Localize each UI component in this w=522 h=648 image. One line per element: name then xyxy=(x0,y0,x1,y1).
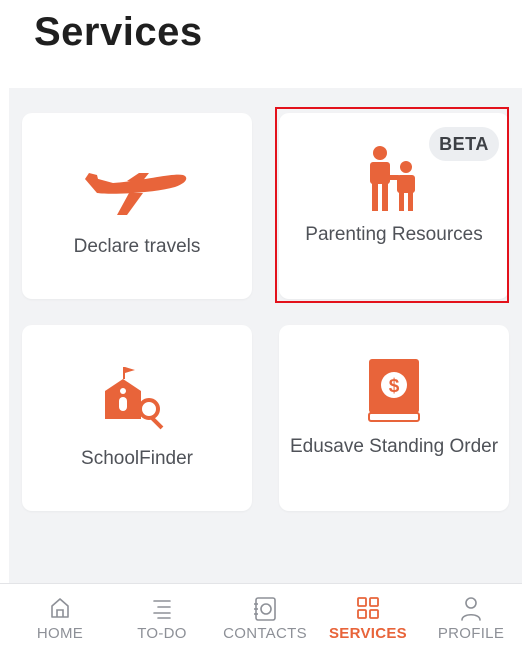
service-card-label: Parenting Resources xyxy=(305,224,483,245)
school-search-icon xyxy=(105,367,164,430)
grid-icon xyxy=(357,597,379,619)
edusave-book-icon: $ xyxy=(368,359,420,422)
beta-badge: BETA xyxy=(429,127,499,161)
airplane-icon xyxy=(85,173,187,215)
service-card-label: SchoolFinder xyxy=(81,448,193,469)
nav-item-to-do[interactable]: TO-DO xyxy=(112,584,212,648)
nav-label: TO-DO xyxy=(137,625,187,642)
bottom-navigation: HOME TO-DO CONTACTS SERVICES PROFILE xyxy=(0,583,522,648)
nav-item-home[interactable]: HOME xyxy=(10,584,110,648)
profile-icon xyxy=(461,597,481,621)
page-title: Services xyxy=(34,10,203,54)
nav-item-contacts[interactable]: CONTACTS xyxy=(215,584,315,648)
services-screen: Services Declare travels BETA Parenting … xyxy=(0,0,522,648)
home-icon xyxy=(51,598,69,618)
nav-label: PROFILE xyxy=(437,625,505,642)
service-card-label: Edusave Standing Order xyxy=(289,436,499,457)
service-card-schoolfinder[interactable]: SchoolFinder xyxy=(22,325,252,511)
nav-item-services[interactable]: SERVICES xyxy=(318,584,418,648)
service-card-parenting-resources[interactable]: BETA Parenting Resources xyxy=(279,113,509,299)
nav-label: HOME xyxy=(36,625,84,642)
svg-text:$: $ xyxy=(389,376,400,397)
contacts-icon xyxy=(254,597,276,621)
service-card-label: Declare travels xyxy=(73,236,201,257)
nav-item-profile[interactable]: PROFILE xyxy=(421,584,521,648)
parent-child-icon xyxy=(370,146,415,211)
service-card-edusave-standing-order[interactable]: $ Edusave Standing Order xyxy=(279,325,509,511)
nav-label: CONTACTS xyxy=(223,625,307,642)
nav-label: SERVICES xyxy=(329,625,407,642)
list-icon xyxy=(153,600,171,619)
services-grid: Declare travels BETA Parenting Resources… xyxy=(9,88,522,583)
service-card-declare-travels[interactable]: Declare travels xyxy=(22,113,252,299)
